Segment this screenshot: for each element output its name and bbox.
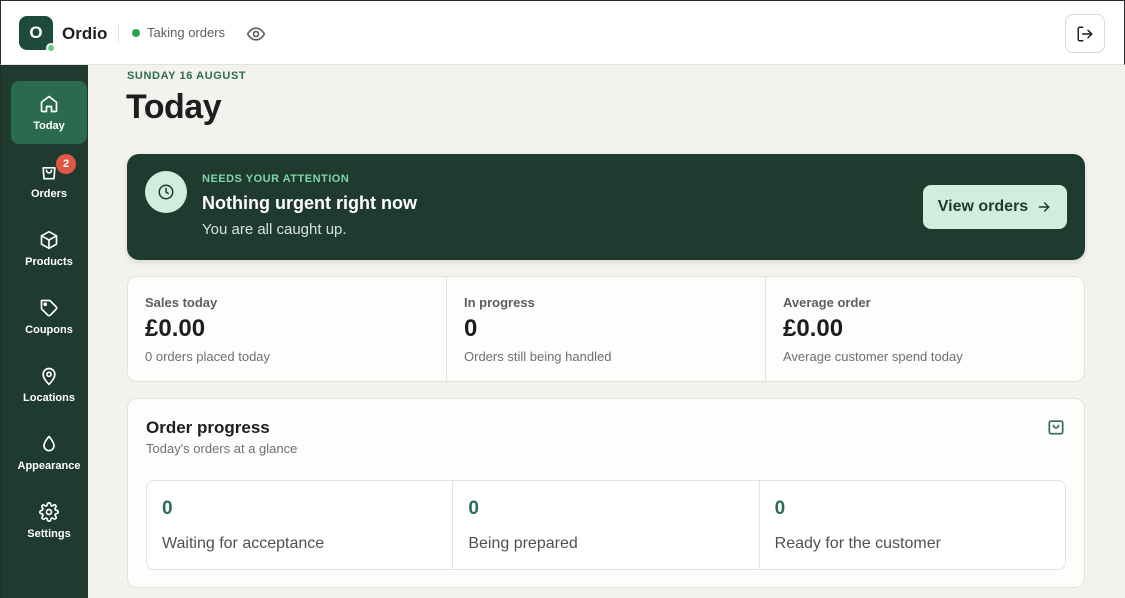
attention-subtitle: You are all caught up. <box>202 221 347 238</box>
sidebar: Today 2 Orders Products Coupons Location… <box>0 65 88 598</box>
stat-subtext: Average customer spend today <box>783 349 963 364</box>
gear-icon <box>39 501 59 522</box>
status-dot <box>132 28 140 37</box>
logout-button[interactable] <box>1065 14 1105 53</box>
progress-count: 0 <box>162 498 173 519</box>
sidebar-item-today[interactable]: Today <box>11 81 87 144</box>
logo-letter: O <box>29 23 43 42</box>
online-dot <box>46 43 56 53</box>
drop-icon <box>43 435 55 451</box>
sidebar-item-label: Settings <box>27 527 71 540</box>
sidebar-item-orders[interactable]: 2 Orders <box>11 149 87 212</box>
progress-count: 0 <box>774 498 786 519</box>
view-orders-label: View orders <box>937 198 1029 215</box>
order-progress-card: Order progress Today's orders at a glanc… <box>127 398 1085 588</box>
arrow-right-icon <box>1038 202 1050 212</box>
stat-value: £0.00 <box>783 315 844 342</box>
stat-average-order: Average order £0.00 Average customer spe… <box>766 277 1084 381</box>
divider <box>118 24 119 42</box>
sidebar-item-label: Appearance <box>17 459 81 472</box>
stat-subtext: Orders still being handled <box>464 349 612 364</box>
store-status: Taking orders <box>132 25 225 40</box>
stat-label: Average order <box>783 295 871 310</box>
attention-title: Nothing urgent right now <box>202 193 417 213</box>
sidebar-item-label: Products <box>25 255 73 268</box>
status-label: Taking orders <box>147 25 226 40</box>
home-icon <box>40 95 58 112</box>
sidebar-item-label: Orders <box>30 187 68 200</box>
sidebar-item-settings[interactable]: Settings <box>11 489 87 552</box>
sidebar-item-appearance[interactable]: Appearance <box>11 421 87 484</box>
progress-preparing[interactable]: 0 Being prepared <box>453 481 760 569</box>
clock-icon <box>145 171 187 213</box>
sidebar-item-label: Locations <box>23 391 75 404</box>
progress-count: 0 <box>468 498 479 519</box>
progress-label: Being prepared <box>468 535 578 552</box>
stat-label: In progress <box>464 295 535 310</box>
progress-ready[interactable]: 0 Ready for the customer <box>760 481 1065 569</box>
sidebar-item-locations[interactable]: Locations <box>11 353 87 416</box>
stat-in-progress: In progress 0 Orders still being handled <box>447 277 766 381</box>
page-date: SUNDAY 16 AUGUST <box>127 70 247 82</box>
page-title: Today <box>126 88 222 126</box>
tag-icon <box>40 299 58 316</box>
order-progress-grid: 0 Waiting for acceptance 0 Being prepare… <box>146 480 1066 570</box>
stats-card: Sales today £0.00 0 orders placed today … <box>127 276 1085 382</box>
sidebar-item-label: Coupons <box>25 323 73 336</box>
sidebar-item-coupons[interactable]: Coupons <box>11 285 87 348</box>
box-icon <box>40 230 58 249</box>
eye-icon[interactable] <box>246 24 266 44</box>
sidebar-item-label: Today <box>33 119 65 132</box>
map-pin-icon <box>42 367 56 385</box>
bag-icon[interactable] <box>1046 417 1066 437</box>
orders-count-badge: 2 <box>56 154 76 174</box>
logout-icon <box>1077 26 1093 41</box>
attention-banner: NEEDS YOUR ATTENTION Nothing urgent righ… <box>127 154 1085 260</box>
stat-value: £0.00 <box>145 315 206 342</box>
app-logo[interactable]: O <box>19 16 56 53</box>
sidebar-item-products[interactable]: Products <box>11 217 87 280</box>
order-progress-subtitle: Today's orders at a glance <box>146 441 298 456</box>
attention-eyebrow: NEEDS YOUR ATTENTION <box>202 173 350 185</box>
stat-value: 0 <box>464 315 478 342</box>
progress-label: Ready for the customer <box>774 535 941 552</box>
stat-label: Sales today <box>145 295 218 310</box>
top-bar: O Ordio Taking orders <box>0 0 1125 65</box>
app-name: Ordio <box>62 24 108 43</box>
view-orders-button[interactable]: View orders <box>923 185 1067 229</box>
progress-waiting[interactable]: 0 Waiting for acceptance <box>147 481 454 569</box>
order-progress-title: Order progress <box>146 418 270 437</box>
stat-subtext: 0 orders placed today <box>145 349 271 364</box>
progress-label: Waiting for acceptance <box>162 535 325 552</box>
stat-sales-today: Sales today £0.00 0 orders placed today <box>128 277 447 381</box>
